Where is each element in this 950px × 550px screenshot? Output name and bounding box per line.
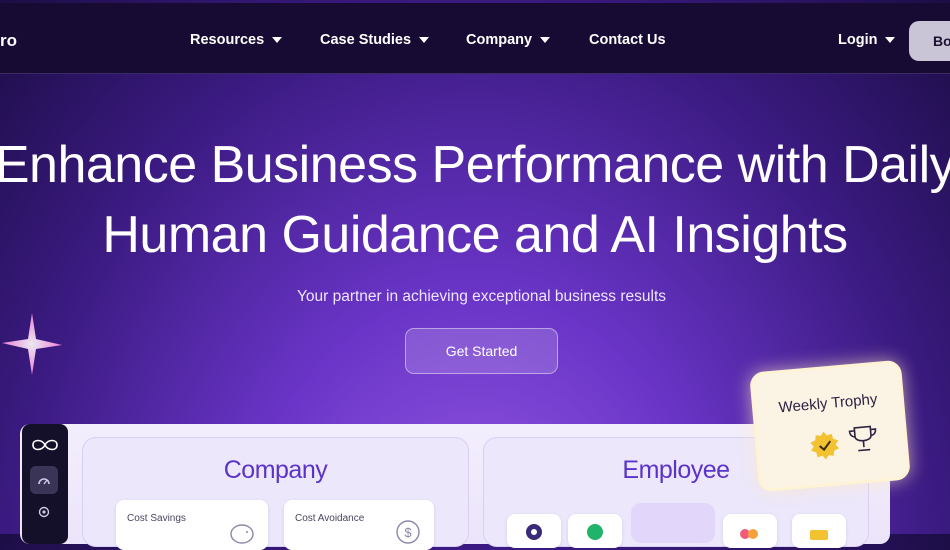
- nav-contact-us[interactable]: Contact Us: [589, 32, 666, 48]
- nav-resources-label: Resources: [190, 32, 265, 48]
- employee-tile[interactable]: [568, 514, 622, 548]
- verified-badge-icon: [810, 431, 839, 460]
- chevron-down-icon: [419, 37, 430, 43]
- svg-text:$: $: [404, 525, 412, 540]
- nav-case-studies[interactable]: Case Studies: [320, 32, 430, 48]
- top-navigation: ro Resources Case Studies Company Contac…: [0, 3, 950, 74]
- hero-subtitle: Your partner in achieving exceptional bu…: [296, 288, 667, 305]
- weekly-trophy-card: Weekly Trophy: [749, 359, 911, 493]
- infinity-logo-icon: [32, 439, 58, 451]
- nav-company-label: Company: [466, 32, 533, 48]
- globe-icon: [526, 524, 542, 540]
- chevron-down-icon: [272, 37, 283, 43]
- cost-avoidance-label: Cost Avoidance: [295, 513, 365, 524]
- get-started-button[interactable]: Get Started: [405, 328, 558, 374]
- cost-savings-label: Cost Savings: [127, 513, 186, 524]
- nav-case-studies-label: Case Studies: [320, 32, 412, 48]
- hero-headline-line-1: Enhance Business Performance with Daily: [0, 136, 950, 194]
- brand-logo[interactable]: ro: [0, 31, 17, 51]
- nav-company[interactable]: Company: [466, 32, 551, 48]
- dollar-coin-icon: $: [396, 520, 420, 544]
- hero-headline-line-2: Human Guidance and AI Insights: [102, 206, 848, 264]
- piggy-bank-icon: [230, 524, 254, 544]
- trophy-cup-icon: [848, 425, 877, 452]
- company-card-title: Company: [223, 456, 328, 484]
- chevron-down-icon: [540, 37, 551, 43]
- login-dropdown[interactable]: Login: [838, 32, 896, 48]
- sparkle-icon: [2, 313, 62, 375]
- weekly-trophy-title: Weekly Trophy: [778, 390, 879, 417]
- employee-highlight: [631, 503, 715, 543]
- gauge-icon: [38, 478, 50, 485]
- login-label: Login: [838, 32, 878, 48]
- target-icon[interactable]: [38, 506, 50, 518]
- cost-avoidance-metric[interactable]: Cost Avoidance $: [284, 500, 434, 550]
- employee-tile[interactable]: [507, 514, 561, 548]
- book-demo-button[interactable]: Bo: [909, 21, 950, 61]
- employee-tile[interactable]: [723, 514, 777, 548]
- chat-bubble-icon: [587, 524, 603, 540]
- medal-icon: [810, 530, 828, 540]
- chevron-down-icon: [885, 37, 896, 43]
- cost-savings-metric[interactable]: Cost Savings: [116, 500, 268, 550]
- hero-headline: Enhance Business Performance with Daily …: [0, 130, 950, 270]
- flower-icon: [740, 529, 758, 539]
- nav-resources[interactable]: Resources: [190, 32, 283, 48]
- sidebar-dashboard-button[interactable]: [30, 466, 58, 494]
- employee-tile[interactable]: [792, 514, 846, 548]
- nav-contact-us-label: Contact Us: [589, 32, 666, 48]
